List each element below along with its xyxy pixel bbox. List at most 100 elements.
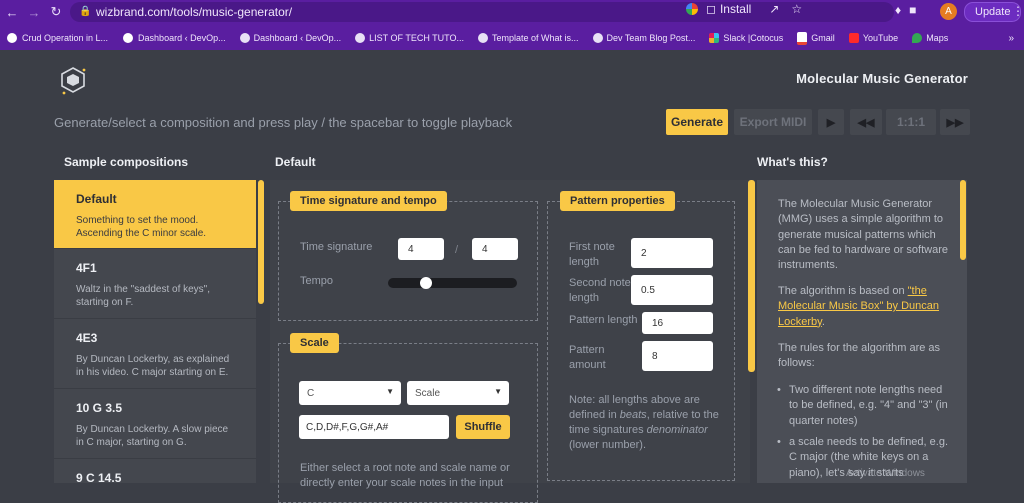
site-icon: [592, 33, 603, 43]
root-note-value: C: [307, 387, 315, 399]
chevron-down-icon: ▼: [494, 387, 502, 396]
whats-this-heading: What's this?: [757, 155, 828, 169]
share-icon[interactable]: ↗: [769, 2, 779, 16]
youtube-icon: [848, 33, 859, 43]
second-note-length-input[interactable]: 0.5: [631, 275, 713, 305]
pattern-length-label: Pattern length: [569, 314, 638, 326]
slack-icon: [709, 33, 720, 43]
install-label: Install: [719, 2, 752, 16]
bookmark-item[interactable]: Dashboard ‹ DevOp...: [122, 32, 226, 44]
composition-item-9c145[interactable]: 9 C 14.5: [54, 459, 256, 483]
composition-item-4e3[interactable]: 4E3 By Duncan Lockerby, as explained in …: [54, 319, 256, 389]
bookmark-star-icon[interactable]: ☆: [791, 2, 802, 16]
pattern-amount-input[interactable]: 8: [642, 341, 713, 371]
site-icon: [355, 33, 366, 43]
composition-list-scrollbar[interactable]: [258, 180, 264, 304]
bookmark-item[interactable]: Gmail: [797, 31, 835, 45]
composition-name: 4E3: [76, 331, 98, 345]
bookmark-item[interactable]: LIST OF TECH TUTO...: [355, 33, 464, 43]
bullet-dot-icon: •: [777, 384, 781, 396]
forward-arrow-icon[interactable]: →: [24, 2, 44, 22]
scale-help-text: Either select a root note and scale name…: [300, 462, 510, 489]
time-signature-slash: /: [455, 244, 459, 256]
first-note-length-input[interactable]: 2: [631, 238, 713, 268]
scale-name-value: Scale: [415, 387, 441, 399]
time-tempo-fieldset: [278, 201, 538, 321]
about-paragraph-2: The algorithm is based on "the Molecular…: [778, 285, 940, 328]
bookmarks-bar: Crud Operation in L... Dashboard ‹ DevOp…: [0, 28, 1024, 48]
generate-button[interactable]: Generate: [666, 109, 728, 135]
tempo-label: Tempo: [300, 275, 334, 287]
tempo-slider-thumb[interactable]: [419, 277, 432, 289]
pattern-amount-label: Pattern amount: [569, 344, 606, 371]
bookmark-item[interactable]: Crud Operation in L...: [6, 32, 108, 44]
composition-desc: Something to set the mood. Ascending the…: [76, 215, 207, 239]
activate-windows-watermark: Activate Windows: [846, 468, 925, 479]
url-text[interactable]: wizbrand.com/tools/music-generator/: [96, 5, 292, 19]
bookmark-item[interactable]: Slack |Cotocus: [709, 33, 783, 43]
browser-chrome: ← → ↻ 🔒 wizbrand.com/tools/music-generat…: [0, 0, 1024, 50]
composition-item-default[interactable]: Default Something to set the mood. Ascen…: [54, 180, 256, 249]
pattern-length-input[interactable]: 16: [642, 312, 713, 334]
install-app-button[interactable]: ◻ Install ↗ ☆: [686, 2, 802, 16]
about-bullet-1: Two different note lengths need to be de…: [789, 384, 948, 427]
site-icon: [478, 33, 488, 43]
rewind-icon[interactable]: ◀◀: [850, 109, 882, 135]
composition-name: 9 C 14.5: [76, 471, 122, 483]
shuffle-button[interactable]: Shuffle: [456, 415, 510, 439]
lock-icon: 🔒: [79, 6, 92, 17]
wordpress-icon: [122, 32, 135, 44]
maps-icon: [912, 33, 923, 43]
second-note-length-label: Second note length: [569, 277, 631, 304]
about-paragraph-3: The rules for the algorithm are as follo…: [778, 342, 941, 370]
scale-legend: Scale: [290, 333, 339, 353]
first-note-length-label: First note length: [569, 241, 615, 268]
bookmark-item[interactable]: Maps: [912, 33, 948, 43]
google-icon: [686, 3, 698, 15]
fast-forward-icon[interactable]: ▶▶: [940, 109, 970, 135]
kebab-menu-icon[interactable]: ⋮: [1012, 4, 1024, 18]
pattern-legend: Pattern properties: [560, 191, 675, 211]
root-note-select[interactable]: C ▼: [299, 381, 401, 405]
play-icon[interactable]: ▶: [818, 109, 844, 135]
time-tempo-legend: Time signature and tempo: [290, 191, 447, 211]
composition-name: 4F1: [76, 261, 97, 275]
bookmark-item[interactable]: Dashboard ‹ DevOp...: [239, 33, 341, 43]
settings-panel-scrollbar[interactable]: [748, 180, 755, 372]
export-midi-button[interactable]: Export MIDI: [734, 109, 812, 135]
time-signature-numerator-input[interactable]: 4: [398, 238, 444, 260]
bookmark-item[interactable]: Dev Team Blog Post...: [592, 33, 695, 43]
gmail-icon: [797, 31, 808, 45]
chevron-down-icon: ▼: [386, 387, 394, 396]
composition-item-10g35[interactable]: 10 G 3.5 By Duncan Lockerby. A slow piec…: [54, 389, 256, 459]
time-signature-denominator-input[interactable]: 4: [472, 238, 518, 260]
composition-desc: By Duncan Lockerby. A slow piece in C ma…: [76, 424, 229, 448]
time-signature-label: Time signature: [300, 241, 373, 253]
profile-avatar[interactable]: A: [940, 3, 957, 20]
about-paragraph-1: The Molecular Music Generator (MMG) uses…: [778, 198, 948, 272]
ratio-button[interactable]: 1:1:1: [886, 109, 936, 135]
back-arrow-icon[interactable]: ←: [2, 2, 22, 22]
composition-item-4f1[interactable]: 4F1 Waltz in the "saddest of keys", star…: [54, 249, 256, 319]
bookmark-item[interactable]: Template of What is...: [478, 33, 579, 43]
molecule-logo-icon: [61, 67, 86, 95]
wordpress-icon: [6, 32, 18, 44]
composition-name: Default: [76, 192, 117, 206]
bookmarks-overflow-icon[interactable]: »: [1008, 33, 1014, 44]
lengths-note-text: Note: all lengths above are defined in b…: [569, 394, 719, 451]
bookmark-item[interactable]: YouTube: [848, 33, 898, 43]
scale-name-select[interactable]: Scale ▼: [407, 381, 509, 405]
extensions-icon[interactable]: ♦: [895, 3, 901, 17]
composition-name-heading: Default: [275, 155, 316, 169]
composition-name: 10 G 3.5: [76, 401, 123, 415]
scale-notes-input[interactable]: C,D,D#,F,G,G#,A#: [299, 415, 449, 439]
tempo-slider-track[interactable]: [388, 278, 517, 288]
install-icon: ◻: [706, 2, 716, 16]
composition-desc: Waltz in the "saddest of keys", starting…: [76, 284, 211, 308]
reload-icon[interactable]: ↻: [46, 2, 66, 22]
about-panel-scrollbar[interactable]: [960, 180, 966, 260]
site-icon: [239, 33, 250, 43]
composition-list: Default Something to set the mood. Ascen…: [54, 180, 256, 483]
sidepanel-icon[interactable]: ■: [909, 3, 916, 17]
instructions-text: Generate/select a composition and press …: [54, 115, 513, 130]
